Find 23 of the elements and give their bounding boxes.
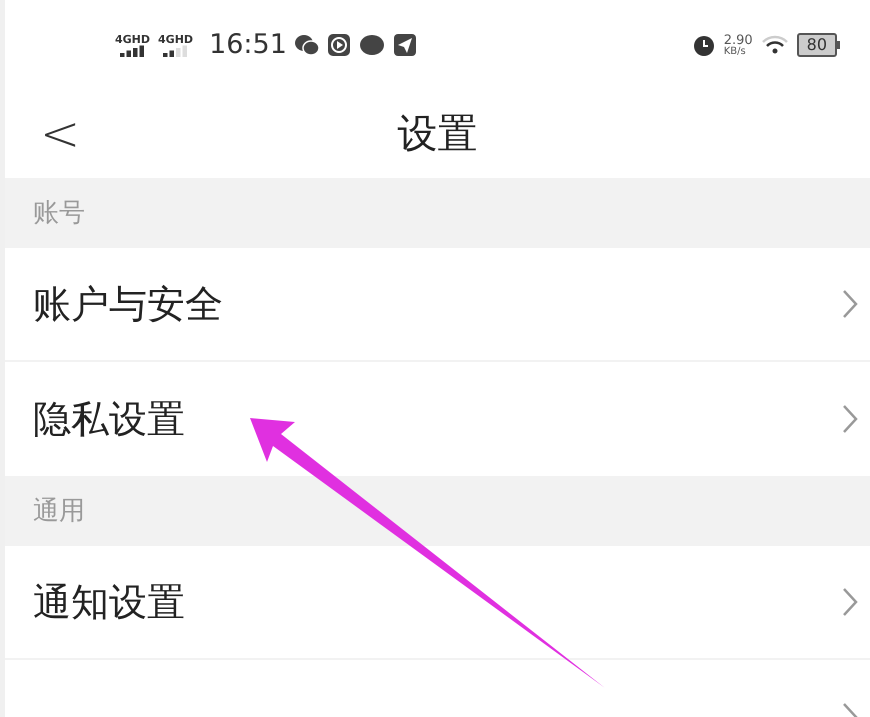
app-icon: [358, 34, 385, 56]
speed-unit: KB/s: [724, 46, 747, 56]
section-header: 账号: [5, 178, 870, 248]
back-button[interactable]: <: [40, 110, 80, 158]
play-icon: [326, 33, 351, 57]
battery-indicator: 80: [796, 33, 840, 57]
row-label: 隐私设置: [33, 396, 185, 442]
chat-icon: [294, 34, 319, 56]
row-label: 账户与安全: [33, 280, 223, 328]
wifi-icon: [760, 34, 789, 56]
section-header: 通用: [5, 476, 870, 546]
send-icon: [392, 33, 417, 57]
signal-icon: [162, 44, 189, 56]
signal-icon: [120, 44, 146, 56]
row-label: 通知设置: [33, 578, 185, 626]
network-label: 4GHD: [115, 34, 150, 44]
alarm-icon: [692, 33, 716, 57]
settings-row[interactable]: 账户与安全: [5, 248, 870, 362]
network-label: 4GHD: [158, 34, 194, 44]
clock-time: 16:51: [209, 28, 287, 62]
speed-value: 2.90: [724, 34, 753, 46]
settings-row[interactable]: 隐私设置: [5, 362, 870, 476]
page-title: 设置: [398, 110, 478, 159]
